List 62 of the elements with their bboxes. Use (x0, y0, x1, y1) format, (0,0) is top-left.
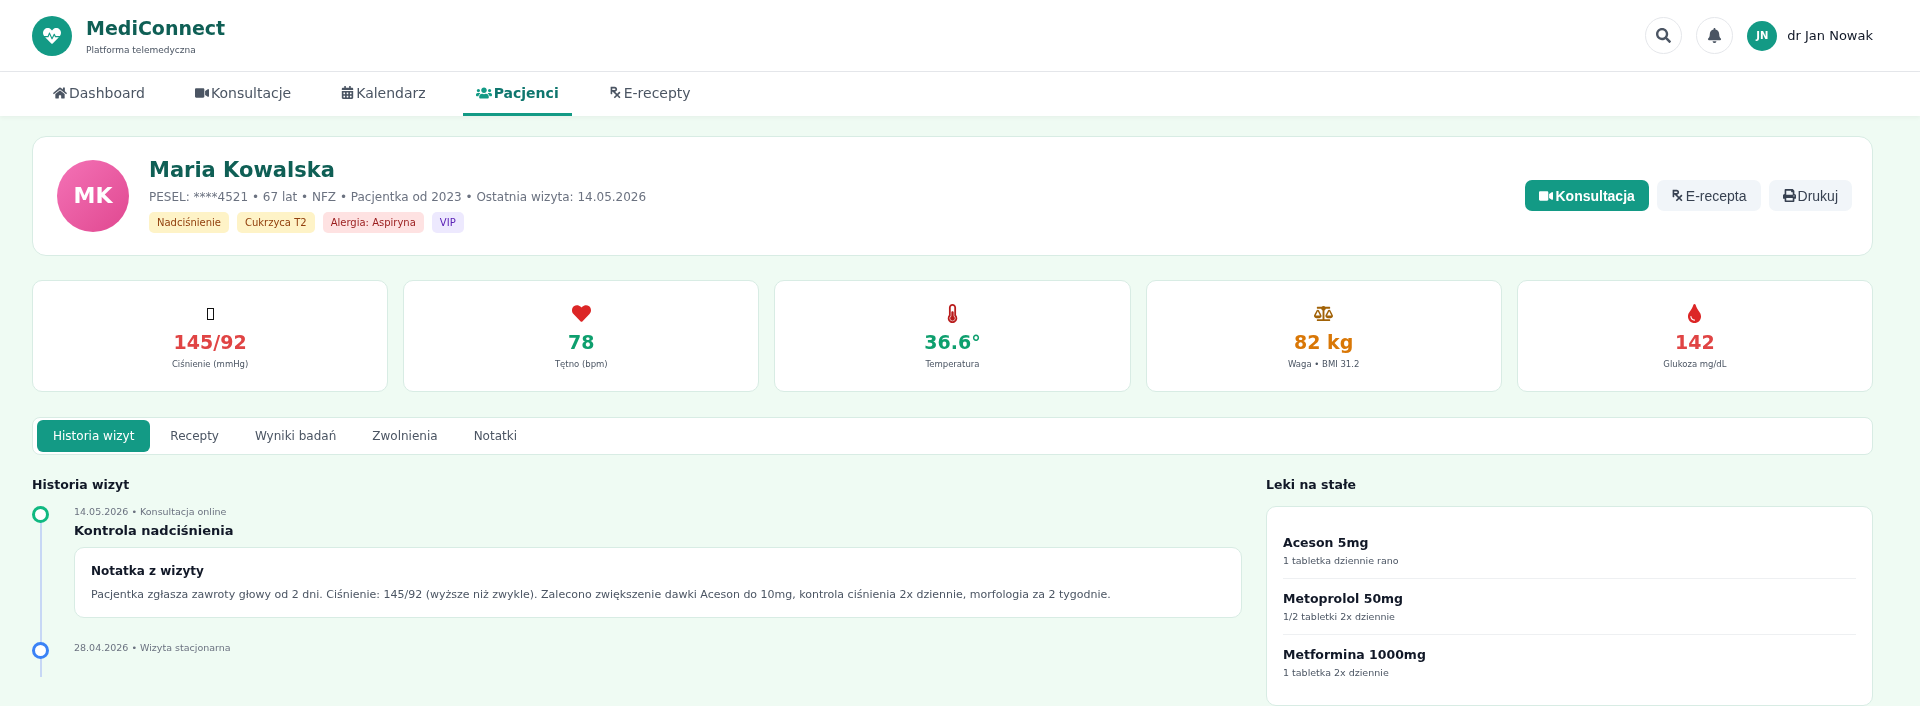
nav-tab[interactable]: Dashboard (40, 72, 158, 116)
condition-tag: Alergia: Aspiryna (322, 212, 424, 234)
vital-value: 36.6° (924, 331, 981, 353)
bell-icon (1707, 28, 1723, 43)
nav-tab[interactable]: Kalendarz (328, 72, 439, 116)
tab[interactable]: Zwolnienia (356, 420, 454, 452)
action-button[interactable]: E-recepta (1656, 180, 1761, 212)
note-title: Notatka z wizyty (91, 564, 205, 578)
printer-icon (1782, 189, 1796, 203)
visit-title: Kontrola nadciśnienia (74, 523, 235, 538)
patient-name: Maria Kowalska (149, 158, 336, 183)
section-title: Historia wizyt (32, 477, 131, 492)
medication-name: Metformina 1000mg (1283, 647, 1427, 662)
tab[interactable]: Notatki (457, 420, 533, 452)
nav-tab[interactable]: E-recepty (595, 72, 704, 116)
condition-tag: VIP (431, 212, 464, 234)
note-text: Pacjentka zgłasza zawroty głowy od 2 dni. Ciśnienie: 145/92 (wyższe niż zwykle). Zalecono zwiększenie dawki Aceson do 10mg, kontrola ciśnienia 2x dziennie, morfologia za 2 tygodnie. (91, 588, 1112, 601)
user-name: dr Jan Nowak (1787, 28, 1873, 43)
prescription-icon (608, 86, 622, 99)
medication-dose: 1 tabletka 2x dziennie (1283, 667, 1390, 678)
vital-value: 142 (1675, 331, 1715, 353)
visit-meta: 14.05.2026 • Konsultacja online (74, 506, 228, 517)
vital-value: 78 (568, 331, 595, 353)
heart-icon (571, 304, 591, 324)
condition-tag: Cukrzyca T2 (237, 212, 315, 234)
prescription-icon (1670, 189, 1684, 203)
vital-value: 145/92 (173, 331, 247, 353)
vital-label: Glukoza mg/dL (1663, 359, 1727, 369)
vital-label: Ciśnienie (mmHg) (171, 359, 249, 369)
condition-tag: Nadciśnienie (149, 212, 229, 234)
nav-tab[interactable]: Pacjenci (462, 72, 572, 116)
search-icon (1656, 28, 1672, 43)
vital-label: Tętno (bpm) (554, 359, 608, 369)
visit-meta: 28.04.2026 • Wizyta stacjonarna (74, 642, 232, 653)
notifications-button[interactable] (1696, 17, 1734, 54)
tab[interactable]: Recepty (154, 420, 235, 452)
patient-avatar: MK (57, 160, 129, 232)
calendar-icon (341, 86, 355, 99)
action-button[interactable]: Drukuj (1768, 180, 1852, 212)
vital-value: 82 kg (1294, 331, 1354, 353)
medication-dose: 1/2 tabletki 2x dziennie (1283, 611, 1396, 622)
vital-label: Temperatura (925, 359, 980, 369)
brand-name: MediConnect (86, 16, 226, 39)
user-avatar[interactable]: JN (1747, 20, 1778, 51)
section-title: Leki na stałe (1266, 477, 1358, 492)
heartbeat-icon (43, 26, 61, 45)
medication-dose: 1 tabletka dziennie rano (1283, 555, 1400, 566)
patient-details: PESEL: ****4521 • 67 lat • NFZ • Pacjentka od 2023 • Ostatnia wizyta: 14.05.2026 (149, 190, 648, 205)
tab[interactable]: Historia wizyt (37, 420, 151, 452)
medication-name: Aceson 5mg (1283, 535, 1370, 550)
action-button[interactable]: Konsultacja (1525, 180, 1649, 212)
video-camera-icon (1539, 189, 1554, 203)
medication-name: Metoprolol 50mg (1283, 591, 1405, 606)
video-camera-icon (194, 85, 209, 100)
search-button[interactable] (1645, 17, 1683, 54)
placeholder-glyph-icon (206, 308, 214, 320)
vital-label: Waga • BMI 31.2 (1288, 359, 1360, 369)
home-icon (53, 85, 67, 100)
nav-tab[interactable]: Konsultacje (181, 72, 305, 116)
tab[interactable]: Wyniki badań (238, 420, 353, 452)
brand-tagline: Platforma telemedyczna (86, 44, 197, 55)
scales-icon (1314, 304, 1334, 324)
